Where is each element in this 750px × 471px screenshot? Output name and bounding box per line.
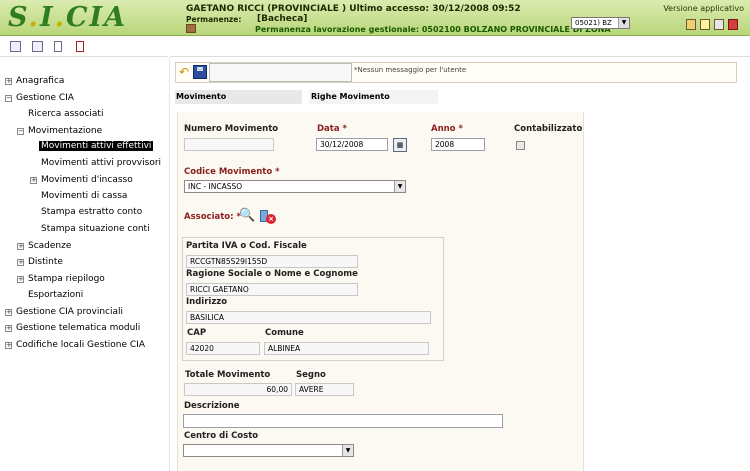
codice-movimento-select[interactable]: INC - INCASSO ▼: [184, 180, 406, 193]
codice-movimento-value: INC - INCASSO: [188, 182, 243, 191]
navigation-tree: [0, 58, 168, 471]
versione-applicativo-link[interactable]: Versione applicativo: [663, 4, 744, 13]
chevron-down-icon[interactable]: ▼: [394, 181, 405, 192]
totale-movimento-label: Totale Movimento: [185, 370, 271, 380]
calendar-icon[interactable]: ▦: [393, 138, 407, 152]
collapse-icon[interactable]: −: [17, 128, 24, 135]
expand-icon[interactable]: +: [17, 276, 24, 283]
tab-righe-movimento[interactable]: Righe Movimento: [309, 90, 438, 104]
partita-iva-label: Partita IVA o Cod. Fiscale: [186, 241, 307, 251]
expand-icon[interactable]: +: [5, 78, 12, 85]
anno-field[interactable]: 2008: [431, 138, 485, 151]
expand-icon[interactable]: +: [17, 243, 24, 250]
help-icon[interactable]: [700, 19, 710, 30]
ragione-sociale-field: RICCI GAETANO: [186, 283, 358, 296]
tree-item-scadenze[interactable]: Scadenze: [28, 241, 71, 251]
permanenze-label: Permanenze:: [186, 15, 242, 24]
tree-item-gestione-cia-provinciali[interactable]: Gestione CIA provinciali: [16, 307, 123, 317]
app-logo: S.I.CIA: [8, 2, 128, 33]
office-select[interactable]: 05021) BZ ▼: [571, 17, 630, 29]
data-label: Data *: [317, 124, 347, 134]
cap-field: 42020: [186, 342, 260, 355]
associato-label: Associato: *: [184, 212, 241, 222]
tree-item-esportazioni[interactable]: Esportazioni: [28, 290, 83, 300]
print-icon[interactable]: [76, 41, 84, 52]
floppy-disk-icon[interactable]: [193, 65, 207, 79]
expand-icon[interactable]: +: [5, 325, 12, 332]
collapse-all-icon[interactable]: [32, 41, 43, 52]
partita-iva-field: RCCGTN85S29I155D: [186, 255, 358, 268]
close-icon: ×: [266, 214, 276, 224]
segno-field: AVERE: [295, 383, 354, 396]
numero-movimento-label: Numero Movimento: [184, 124, 279, 134]
documents-icon[interactable]: [686, 19, 696, 30]
user-message: *Nessun messaggio per l'utente: [354, 66, 467, 74]
tree-item-stampa-situazione-conti[interactable]: Stampa situazione conti: [41, 224, 150, 234]
home-icon[interactable]: [714, 19, 724, 30]
comune-label: Comune: [265, 328, 304, 338]
tree-item-codifiche-locali[interactable]: Codifiche locali Gestione CIA: [16, 340, 145, 350]
permanenze-value[interactable]: [Bacheca]: [257, 14, 307, 24]
tree-item-gestione-cia[interactable]: Gestione CIA: [16, 93, 74, 103]
permanenza-lavorazione: Permanenza lavorazione gestionale: 05021…: [255, 25, 611, 34]
tree-item-stampa-riepilogo[interactable]: Stampa riepilogo: [28, 274, 105, 284]
data-field[interactable]: 30/12/2008: [316, 138, 388, 151]
chevron-down-icon[interactable]: ▼: [618, 18, 629, 28]
tree-item-movimenti-incasso[interactable]: Movimenti d'incasso: [41, 175, 133, 185]
collapse-icon[interactable]: −: [5, 95, 12, 102]
divider: [169, 57, 170, 471]
tree-item-stampa-estratto-conto[interactable]: Stampa estratto conto: [41, 207, 142, 217]
contabilizzato-checkbox[interactable]: [516, 141, 525, 150]
undo-arrow-icon[interactable]: ↶: [177, 65, 191, 79]
tree-item-movimenti-attivi-effettivi[interactable]: Movimenti attivi effettivi: [39, 141, 154, 151]
content-toolbar: [170, 37, 750, 57]
app-header: S.I.CIA GAETANO RICCI (PROVINCIALE ) Ult…: [0, 0, 750, 36]
expand-icon[interactable]: +: [5, 342, 12, 349]
centro-costo-label: Centro di Costo: [184, 431, 259, 441]
centro-costo-select[interactable]: ▼: [183, 444, 354, 457]
office-select-value: 05021) BZ: [575, 19, 612, 27]
remove-associate-icon[interactable]: ×: [260, 208, 276, 224]
expand-icon[interactable]: +: [17, 259, 24, 266]
tree-item-movimenti-attivi-provvisori[interactable]: Movimenti attivi provvisori: [41, 158, 161, 168]
tree-item-anagrafica[interactable]: Anagrafica: [16, 76, 64, 86]
ragione-sociale-label: Ragione Sociale o Nome e Cognome: [186, 269, 358, 279]
descrizione-label: Descrizione: [184, 401, 240, 411]
tree-item-ricerca-associati[interactable]: Ricerca associati: [28, 109, 103, 119]
anno-label: Anno *: [431, 124, 463, 134]
chevron-down-icon[interactable]: ▼: [342, 445, 353, 456]
exit-icon[interactable]: [728, 19, 738, 30]
comune-field: ALBINEA: [264, 342, 429, 355]
sidebar-toolbar: [0, 37, 168, 57]
bookmark-icon[interactable]: [54, 41, 62, 52]
descrizione-field[interactable]: [183, 414, 503, 428]
cap-label: CAP: [187, 328, 207, 338]
numero-movimento-field: [184, 138, 274, 151]
bacheca-icon[interactable]: [186, 24, 196, 33]
tree-item-movimenti-cassa[interactable]: Movimenti di cassa: [41, 191, 127, 201]
user-info: GAETANO RICCI (PROVINCIALE ) Ultimo acce…: [186, 4, 521, 14]
search-associate-icon[interactable]: 🔍: [239, 208, 255, 224]
tree-item-distinte[interactable]: Distinte: [28, 257, 63, 267]
segno-label: Segno: [296, 370, 326, 380]
message-box: [209, 63, 352, 82]
tree-item-gestione-telematica-moduli[interactable]: Gestione telematica moduli: [16, 323, 140, 333]
contabilizzato-label: Contabilizzato: [514, 124, 583, 134]
indirizzo-field: BASILICA: [186, 311, 431, 324]
codice-movimento-label: Codice Movimento *: [184, 167, 280, 177]
expand-icon[interactable]: +: [30, 177, 37, 184]
tab-movimento[interactable]: Movimento: [175, 90, 302, 104]
totale-movimento-field: 60,00: [184, 383, 292, 396]
indirizzo-label: Indirizzo: [186, 297, 228, 307]
expand-icon[interactable]: +: [5, 309, 12, 316]
tree-item-movimentazione[interactable]: Movimentazione: [28, 126, 102, 136]
expand-all-icon[interactable]: [10, 41, 21, 52]
